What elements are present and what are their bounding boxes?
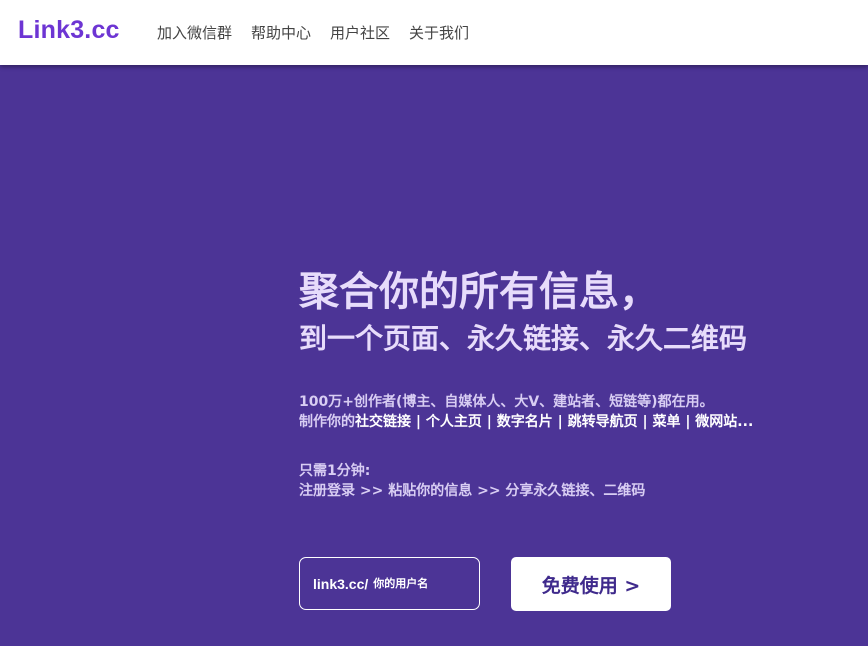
main-nav: 加入微信群 帮助中心 用户社区 关于我们 — [157, 0, 488, 65]
uses-prefix: 制作你的 — [299, 414, 355, 430]
steps: 只需1分钟: 注册登录 >> 粘贴你的信息 >> 分享永久链接、二维码 — [299, 461, 645, 501]
uses-line: 制作你的社交链接 | 个人主页 | 数字名片 | 跳转导航页 | 菜单 | 微网… — [299, 412, 753, 432]
nav-user-community[interactable]: 用户社区 — [330, 22, 390, 43]
nav-help-center[interactable]: 帮助中心 — [251, 22, 311, 43]
hero-headline: 聚合你的所有信息， — [299, 269, 659, 315]
steps-line: 注册登录 >> 粘贴你的信息 >> 分享永久链接、二维码 — [299, 483, 646, 499]
username-input[interactable] — [373, 577, 469, 590]
nav-about-us[interactable]: 关于我们 — [409, 22, 469, 43]
url-prefix: link3.cc/ — [313, 575, 369, 592]
hero-description: 100万+创作者(博主、自媒体人、大V、建站者、短链等)都在用。 制作你的社交链… — [299, 392, 753, 432]
steps-title: 只需1分钟: — [299, 463, 371, 479]
hero-subheadline: 到一个页面、永久链接、永久二维码 — [299, 322, 748, 355]
logo[interactable]: Link3.cc — [18, 16, 120, 45]
free-use-button[interactable]: 免费使用 > — [511, 557, 671, 611]
nav-join-wechat-group[interactable]: 加入微信群 — [157, 22, 232, 43]
uses-items: 社交链接 | 个人主页 | 数字名片 | 跳转导航页 | 菜单 | 微网站... — [355, 414, 754, 430]
hero-heading: 聚合你的所有信息， 到一个页面、永久链接、永久二维码 — [299, 264, 859, 358]
top-navigation-bar: Link3.cc 加入微信群 帮助中心 用户社区 关于我们 — [0, 0, 868, 65]
page: Link3.cc 加入微信群 帮助中心 用户社区 关于我们 聚合你的所有信息， … — [0, 0, 868, 646]
users-line: 100万+创作者(博主、自媒体人、大V、建站者、短链等)都在用。 — [299, 394, 714, 410]
username-field[interactable]: link3.cc/ — [299, 557, 480, 610]
